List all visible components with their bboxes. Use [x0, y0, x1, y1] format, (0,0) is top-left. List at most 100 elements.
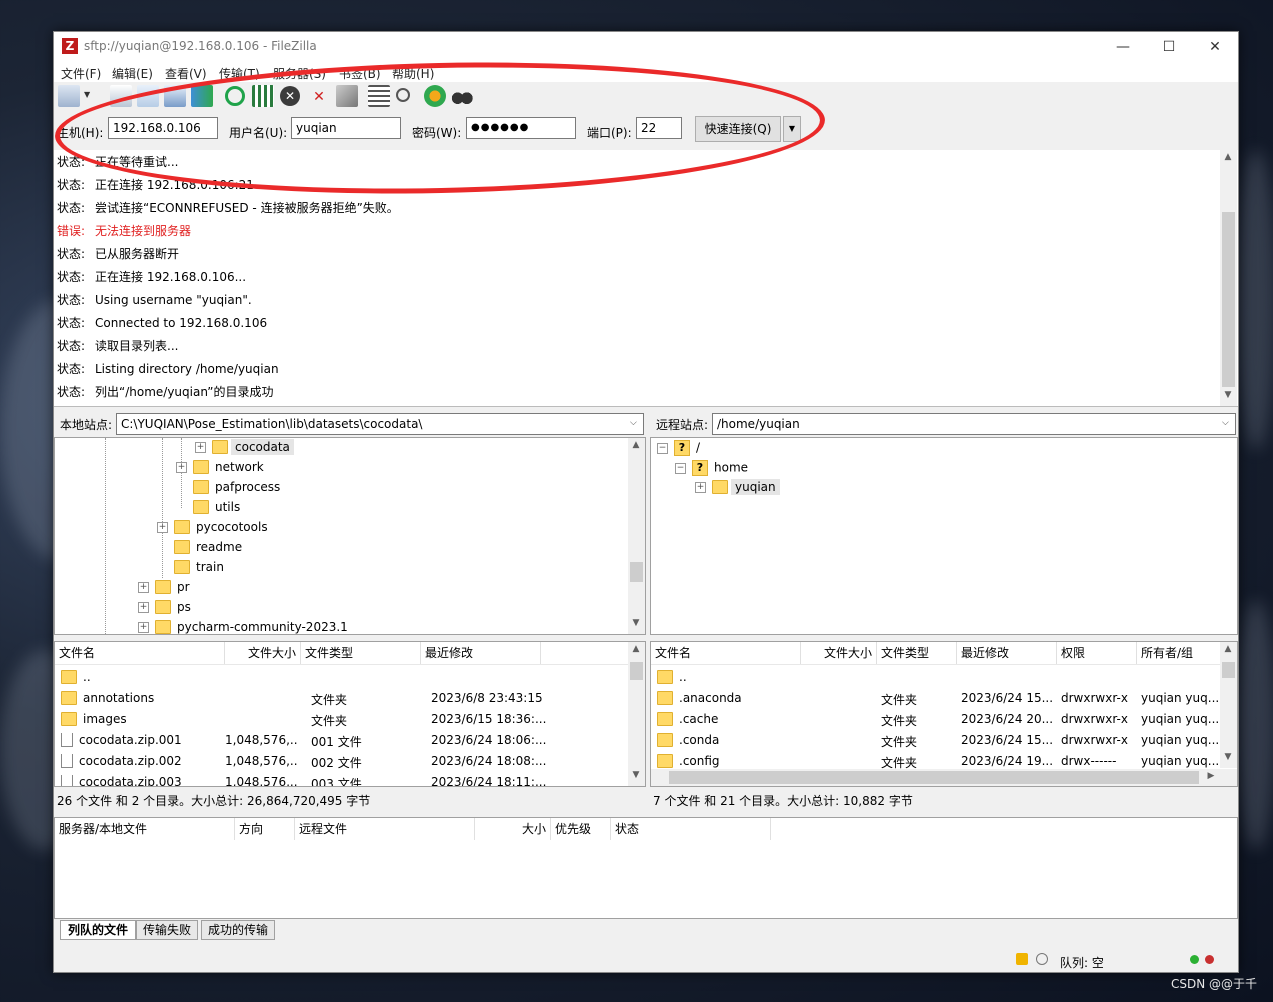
toggle-log-icon[interactable]	[110, 85, 132, 107]
scroll-up-icon[interactable]: ▲	[1220, 152, 1236, 162]
file-row[interactable]: .conda 文件夹 2023/6/24 15... drwxrwxr-x yuqian…	[651, 730, 1219, 751]
menu-server[interactable]: 服务器(S)	[273, 65, 326, 82]
remote-path-dropdown-icon[interactable]: ⌵	[1222, 418, 1229, 428]
column-header-3[interactable]: 最近修改	[421, 642, 541, 664]
remote-files-hscroll-thumb[interactable]	[669, 771, 1199, 784]
expand-toggle-icon[interactable]: +	[138, 622, 149, 633]
column-header-5[interactable]: 所有者/组	[1137, 642, 1221, 664]
file-row[interactable]: cocodata.zip.003 1,048,576,... 003 文件 2023/…	[55, 772, 625, 786]
tree-node-network[interactable]: + network	[176, 459, 264, 480]
minimize-button[interactable]: —	[1100, 32, 1146, 62]
local-tree-scrollbar[interactable]: ▲ ▼	[628, 438, 645, 634]
tree-node-cocodata[interactable]: + cocodata	[195, 439, 294, 460]
local-tree-scroll-thumb[interactable]	[630, 562, 643, 582]
remote-files-scroll-thumb[interactable]	[1222, 662, 1235, 678]
remote-path-input[interactable]: /home/yuqian	[712, 413, 1236, 435]
quickconnect-button[interactable]: 快速连接(Q)	[695, 116, 781, 142]
file-row[interactable]: cocodata.zip.001 1,048,576,... 001 文件 2023/…	[55, 730, 625, 751]
file-row[interactable]: .anaconda 文件夹 2023/6/24 15... drwxrwxr-x yuq…	[651, 688, 1219, 709]
column-header-1[interactable]: 文件大小	[801, 642, 877, 664]
menu-file[interactable]: 文件(F)	[61, 65, 101, 82]
transfer-queue-icon[interactable]	[191, 85, 213, 107]
refresh-icon[interactable]	[225, 86, 245, 106]
file-row[interactable]: images 文件夹 2023/6/15 18:36:...	[55, 709, 625, 730]
expand-toggle-icon[interactable]: +	[138, 582, 149, 593]
process-queue-icon[interactable]	[252, 85, 274, 107]
expand-toggle-icon[interactable]: +	[138, 602, 149, 613]
tree-node-pafprocess[interactable]: pafprocess	[176, 479, 280, 500]
site-manager-icon[interactable]	[58, 85, 80, 107]
tree-node-train[interactable]: train	[157, 559, 224, 580]
tree-node-pycocotools[interactable]: + pycocotools	[157, 519, 268, 540]
tab-failed-transfers[interactable]: 传输失败	[136, 920, 198, 940]
column-header-5[interactable]: 状态	[611, 818, 771, 840]
cancel-operation-icon[interactable]: ✕	[280, 86, 300, 106]
port-input[interactable]: 22	[636, 117, 682, 139]
menu-edit[interactable]: 编辑(E)	[112, 65, 153, 82]
tree-node-root[interactable]: −? /	[657, 440, 700, 460]
compare-directories-icon[interactable]	[396, 88, 410, 102]
tree-node-pr[interactable]: + pr	[138, 579, 190, 600]
column-header-3[interactable]: 大小	[475, 818, 551, 840]
sync-browse-icon[interactable]	[424, 85, 446, 107]
scroll-down-icon[interactable]: ▼	[1220, 390, 1236, 400]
speed-limit-icon[interactable]	[1036, 953, 1048, 965]
file-row[interactable]: ..	[55, 667, 625, 688]
tab-queued-files[interactable]: 列队的文件	[60, 920, 136, 940]
menu-bookmarks[interactable]: 书签(B)	[339, 65, 381, 82]
site-manager-dropdown-icon[interactable]: ▼	[84, 90, 90, 99]
close-button[interactable]: ✕	[1192, 32, 1238, 62]
tree-node-yuqian[interactable]: + yuqian	[695, 479, 780, 500]
file-row[interactable]: ..	[651, 667, 1219, 688]
menu-view[interactable]: 查看(V)	[165, 65, 207, 82]
reconnect-icon[interactable]	[336, 85, 358, 107]
file-row[interactable]: .cache 文件夹 2023/6/24 20... drwxrwxr-x yuqian…	[651, 709, 1219, 730]
expand-toggle-icon[interactable]: +	[157, 522, 168, 533]
expand-toggle-icon[interactable]: −	[675, 462, 686, 474]
tree-node-utils[interactable]: utils	[176, 499, 240, 520]
menu-transfer[interactable]: 传输(T)	[219, 65, 260, 82]
expand-toggle-icon[interactable]: +	[176, 462, 187, 473]
local-path-input[interactable]: C:\YUQIAN\Pose_Estimation\lib\datasets\c…	[116, 413, 644, 435]
expand-toggle-icon[interactable]: +	[695, 482, 706, 493]
scroll-up-icon[interactable]: ▲	[628, 644, 644, 654]
search-files-icon[interactable]	[451, 85, 473, 107]
scroll-right-icon[interactable]: ▶	[1203, 771, 1219, 781]
menu-help[interactable]: 帮助(H)	[392, 65, 434, 82]
log-scroll-thumb[interactable]	[1222, 212, 1235, 387]
column-header-0[interactable]: 文件名	[55, 642, 225, 664]
column-header-3[interactable]: 最近修改	[957, 642, 1057, 664]
tree-node-pycharm-community-2023-1[interactable]: + pycharm-community-2023.1	[138, 619, 348, 634]
column-header-0[interactable]: 服务器/本地文件	[55, 818, 235, 840]
scroll-down-icon[interactable]: ▼	[628, 770, 644, 780]
scroll-up-icon[interactable]: ▲	[628, 440, 644, 450]
column-header-4[interactable]: 权限	[1057, 642, 1137, 664]
password-input[interactable]: ●●●●●●	[466, 117, 576, 139]
host-input[interactable]: 192.168.0.106	[108, 117, 218, 139]
column-header-0[interactable]: 文件名	[651, 642, 801, 664]
column-header-2[interactable]: 文件类型	[877, 642, 957, 664]
quickconnect-dropdown-button[interactable]: ▼	[783, 116, 801, 142]
file-row[interactable]: cocodata.zip.002 1,048,576,... 002 文件 2023/…	[55, 751, 625, 772]
toggle-remote-tree-icon[interactable]	[164, 85, 186, 107]
expand-toggle-icon[interactable]: −	[657, 442, 668, 454]
column-header-2[interactable]: 文件类型	[301, 642, 421, 664]
local-files-scroll-thumb[interactable]	[630, 662, 643, 680]
scroll-down-icon[interactable]: ▼	[1220, 752, 1236, 762]
column-header-1[interactable]: 方向	[235, 818, 295, 840]
maximize-button[interactable]: ☐	[1146, 32, 1192, 62]
tree-node-readme[interactable]: readme	[157, 539, 242, 560]
tree-node-home[interactable]: −? home	[675, 460, 748, 480]
log-scrollbar[interactable]: ▲ ▼	[1220, 150, 1237, 406]
remote-files-hscrollbar[interactable]: ▶	[651, 769, 1237, 786]
toggle-local-tree-icon[interactable]	[137, 85, 159, 107]
scroll-up-icon[interactable]: ▲	[1220, 644, 1236, 654]
file-row[interactable]: annotations 文件夹 2023/6/8 23:43:15	[55, 688, 625, 709]
column-header-1[interactable]: 文件大小	[225, 642, 301, 664]
scroll-down-icon[interactable]: ▼	[628, 618, 644, 628]
remote-files-scrollbar[interactable]: ▲ ▼	[1220, 642, 1237, 768]
column-header-2[interactable]: 远程文件	[295, 818, 475, 840]
directory-listing-filter-icon[interactable]	[368, 85, 390, 107]
column-header-4[interactable]: 优先级	[551, 818, 611, 840]
local-files-scrollbar[interactable]: ▲ ▼	[628, 642, 645, 786]
